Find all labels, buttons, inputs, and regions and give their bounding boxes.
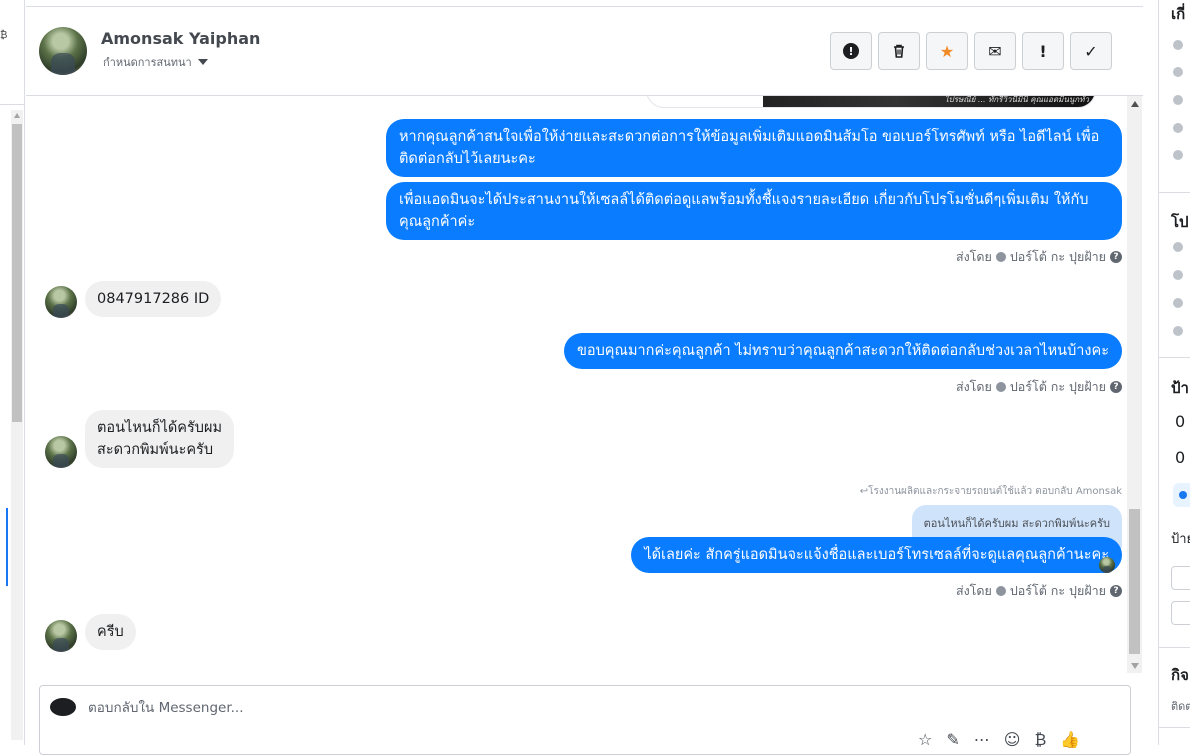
sent-by-meta: ส่งโดย ปอร์โต้ กะ ปุยฝ้าย ?: [956, 581, 1122, 601]
outgoing-message[interactable]: หากคุณลูกค้าสนใจเพื่อให้ง่ายและสะดวกต่อก…: [386, 119, 1122, 177]
help-icon[interactable]: ?: [1110, 585, 1122, 597]
thread-scroll-thumb[interactable]: [1129, 509, 1140, 654]
image-attachment[interactable]: ไปรษณีย์ ... ทักรีวิวนี้มินิ คุณแอดมินนู…: [646, 96, 1096, 108]
incoming-message[interactable]: ตอนไหนก็ได้ครับผม สะดวกพิมพ์นะครับ: [85, 410, 235, 468]
help-icon[interactable]: ?: [1110, 381, 1122, 393]
left-navigation-strip: ₿: [0, 0, 25, 745]
labels-section-title: ป้า: [1171, 379, 1189, 397]
activity-section-title: กิจ: [1171, 666, 1189, 684]
image-attachment-photo: ไปรษณีย์ ... ทักรีวิวนี้มินิ คุณแอดมินนู…: [763, 96, 1095, 107]
info-icon: [1173, 40, 1183, 50]
header-actions: ! ★ ✉ ! ✓: [830, 32, 1112, 70]
scroll-down-icon[interactable]: [1131, 663, 1139, 669]
envelope-icon: ✉: [988, 41, 1002, 61]
sender-name: ปอร์โต้ กะ ปุยฝ้าย: [1009, 379, 1106, 394]
place-icon: [1173, 326, 1183, 336]
clock-icon: [1173, 242, 1183, 252]
panel-divider: [1159, 647, 1190, 648]
caret-down-icon: [197, 59, 208, 65]
left-scroll-up-icon[interactable]: [14, 113, 20, 118]
page-avatar: [50, 698, 76, 716]
profile-section-title: โป: [1171, 213, 1189, 231]
label-chip[interactable]: 0: [1175, 412, 1185, 431]
reply-input[interactable]: [88, 698, 788, 718]
sender-name: ปอร์โต้ กะ ปุยฝ้าย: [1009, 583, 1106, 598]
place-icon: [1173, 298, 1183, 308]
thumbs-up-icon[interactable]: 👍: [1060, 730, 1080, 750]
mark-done-button[interactable]: ✓: [1070, 32, 1112, 70]
reply-note: ↩โรงงานผลิตและกระจายรถยนต์ใช้แล้ว ตอบกลั…: [859, 486, 1122, 497]
alert-circle-icon: !: [843, 43, 859, 59]
left-scrollbar[interactable]: [11, 110, 23, 740]
sent-by-meta: ส่งโดย ปอร์โต้ กะ ปุยฝ้าย ?: [956, 377, 1122, 397]
label-dropdown[interactable]: กำหนดการสนทนา: [103, 53, 208, 71]
payment-icon[interactable]: ₿: [1034, 730, 1046, 750]
link-icon: [1173, 123, 1183, 133]
conversation-header: Amonsak Yaiphan กำหนดการสนทนา ! ★ ✉ ! ✓: [26, 7, 1143, 96]
email-icon: [1173, 95, 1183, 105]
incoming-message-line: สะดวกพิมพ์นะครับ: [97, 442, 214, 458]
conversation-panel: Amonsak Yaiphan กำหนดการสนทนา ! ★ ✉ ! ✓: [26, 0, 1143, 755]
label-input[interactable]: [1171, 601, 1190, 625]
thread-scrollbar[interactable]: [1127, 96, 1142, 673]
panel-divider: [1159, 357, 1190, 358]
sent-by-label: ส่งโดย: [955, 379, 992, 394]
attachment-icon[interactable]: ✎: [946, 730, 959, 750]
image-caption: ไปรษณีย์ ... ทักรีวิวนี้มินิ คุณแอดมินนู…: [944, 96, 1089, 104]
details-section-title: เกี่: [1171, 5, 1186, 23]
incoming-message[interactable]: ครีบ: [85, 614, 136, 650]
activity-subtext: ติดต: [1171, 700, 1190, 713]
outgoing-message[interactable]: ขอบคุณมากค่ะคุณลูกค้า ไม่ทราบว่าคุณลูกค้…: [563, 333, 1122, 369]
contact-avatar[interactable]: [39, 27, 87, 75]
contact-avatar-small[interactable]: [45, 286, 77, 318]
label-heading: ป้าย: [1171, 532, 1190, 547]
exclamation-icon: !: [1039, 41, 1047, 61]
delete-button[interactable]: [878, 32, 920, 70]
composer-tools: ☆ ✎ ⋯ ☺ ₿ 👍: [918, 730, 1080, 750]
emoji-icon[interactable]: ☺: [1004, 730, 1021, 750]
left-scroll-thumb[interactable]: [12, 124, 22, 422]
scroll-up-icon[interactable]: [1131, 101, 1139, 107]
verified-icon: [995, 382, 1006, 392]
star-button[interactable]: ★: [926, 32, 968, 70]
incoming-message-line: ตอนไหนก็ได้ครับผม: [97, 420, 223, 436]
check-icon: ✓: [1084, 41, 1098, 61]
saved-reply-icon[interactable]: ☆: [918, 730, 932, 750]
sent-by-label: ส่งโดย: [955, 583, 992, 598]
follow-up-button[interactable]: !: [1022, 32, 1064, 70]
education-icon: [1173, 270, 1183, 280]
location-icon: [1173, 150, 1183, 160]
sender-name: ปอร์โต้ กะ ปุยฝ้าย: [1009, 249, 1106, 264]
trash-icon: [894, 44, 904, 58]
spam-button[interactable]: !: [830, 32, 872, 70]
outgoing-message[interactable]: ได้เลยค่ะ สักครู่แอดมินจะแจ้งชื่อและเบอร…: [631, 537, 1122, 573]
left-strip-divider: [0, 104, 24, 105]
contact-name[interactable]: Amonsak Yaiphan: [101, 29, 260, 48]
outgoing-message[interactable]: เพื่อแอดมินจะได้ประสานงานให้เซลล์ได้ติดต…: [386, 182, 1122, 240]
help-icon[interactable]: ?: [1110, 251, 1122, 263]
verified-icon: [995, 586, 1006, 596]
contact-avatar-small[interactable]: [45, 620, 77, 652]
customer-details-panel: เกี่ โป ป้า 0 0 ป้าย กิจ ติดต: [1158, 0, 1190, 745]
label-input[interactable]: [1171, 566, 1190, 590]
more-options-icon[interactable]: ⋯: [974, 730, 990, 750]
sent-by-label: ส่งโดย: [955, 249, 992, 264]
verified-icon: [995, 252, 1006, 262]
left-strip-glyph: ₿: [0, 30, 8, 41]
mark-unread-button[interactable]: ✉: [974, 32, 1016, 70]
message-thread: ไปรษณีย์ ... ทักรีวิวนี้มินิ คุณแอดมินนู…: [26, 96, 1126, 678]
seen-avatar: [1099, 557, 1115, 573]
panel-divider: [1159, 727, 1190, 728]
label-dropdown-text: กำหนดการสนทนา: [103, 56, 192, 69]
incoming-message[interactable]: 0847917286 ID: [85, 281, 222, 317]
phone-icon: [1173, 67, 1183, 77]
active-indicator: [6, 508, 8, 586]
panel-divider: [1159, 192, 1190, 193]
add-label-icon[interactable]: [1173, 483, 1190, 507]
sent-by-meta: ส่งโดย ปอร์โต้ กะ ปุยฝ้าย ?: [956, 247, 1122, 267]
contact-avatar-small[interactable]: [45, 436, 77, 468]
star-icon: ★: [939, 41, 955, 61]
label-chip[interactable]: 0: [1175, 448, 1185, 467]
